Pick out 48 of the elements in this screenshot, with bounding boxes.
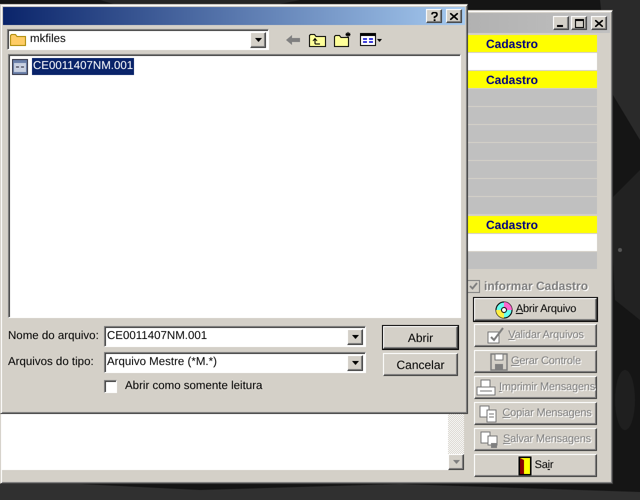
dialog-button[interactable]: Abrir — [383, 326, 458, 349]
checkbox[interactable] — [104, 380, 117, 394]
file-item[interactable]: CE0011407NM.001 — [32, 58, 134, 76]
view-menu-icon[interactable] — [360, 33, 382, 46]
folder-dropdown[interactable]: mkfiles — [7, 29, 269, 50]
scrollbar[interactable] — [448, 412, 464, 470]
down-arrow-icon — [452, 460, 460, 464]
dropdown-button[interactable] — [250, 32, 266, 48]
dropdown-button[interactable] — [347, 354, 363, 370]
documents-icon — [480, 430, 500, 448]
documents-icon — [479, 404, 500, 422]
field-label: Nome do arquivo: — [8, 328, 100, 344]
down-arrow-icon — [352, 334, 358, 338]
up-folder-icon[interactable] — [309, 32, 326, 46]
field-label: Arquivos do tipo: — [8, 354, 95, 370]
file-type-dropdown[interactable]: Arquivo Mestre (*M.*) — [104, 352, 366, 373]
maximize-icon — [574, 18, 584, 28]
file-list[interactable]: CE0011407NM.001 — [8, 54, 461, 318]
file-icon — [12, 58, 28, 75]
toolbar-button[interactable]: Sair — [474, 454, 597, 477]
close-button[interactable] — [591, 16, 607, 30]
new-folder-icon[interactable] — [334, 32, 352, 47]
cadastro-label: Cadastro — [467, 71, 597, 88]
disc-icon — [494, 300, 513, 318]
down-arrow-icon — [254, 38, 262, 42]
folder-icon — [10, 33, 26, 46]
cadastro-label: Cadastro — [467, 35, 597, 52]
door-icon — [518, 456, 532, 476]
maximize-button[interactable] — [571, 16, 587, 30]
minimize-button[interactable] — [553, 16, 569, 30]
checkbox-label: Abrir como somente leitura — [125, 379, 262, 394]
dialog-button[interactable]: Cancelar — [383, 353, 458, 376]
close-button[interactable] — [446, 9, 462, 23]
back-arrow-icon[interactable] — [285, 34, 301, 46]
checkbox-label: informar Cadastro — [484, 278, 588, 295]
close-icon — [450, 12, 458, 20]
close-icon — [595, 20, 603, 26]
checkbox-icon — [487, 326, 506, 344]
folder-name: mkfiles — [30, 32, 67, 47]
printer-icon — [476, 378, 496, 396]
help-icon — [430, 12, 438, 20]
scroll-down-button[interactable] — [448, 454, 464, 470]
toolbar-button[interactable]: Abrir Arquivo — [474, 298, 597, 321]
dropdown-button[interactable] — [347, 328, 363, 344]
cadastro-label: Cadastro — [467, 216, 597, 233]
help-button[interactable] — [426, 9, 442, 23]
file-name-field[interactable]: CE0011407NM.001 — [104, 326, 366, 347]
down-arrow-icon — [352, 360, 358, 364]
